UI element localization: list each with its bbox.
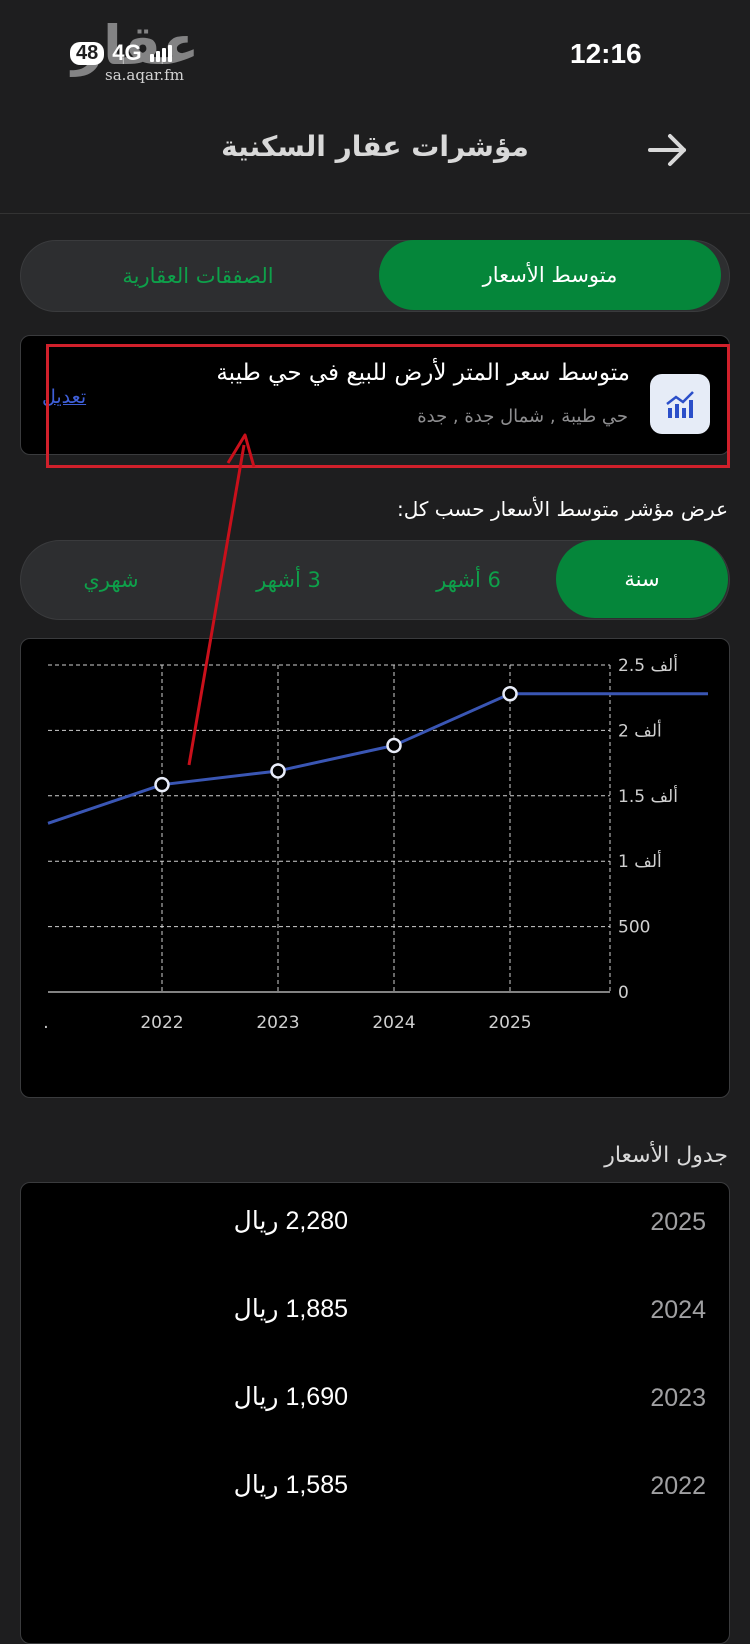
- signal-icon: [149, 44, 172, 62]
- series-line: [47, 692, 708, 825]
- tab-6-months[interactable]: 6 أشهر: [381, 541, 556, 619]
- watermark-url: sa.aqar.fm: [105, 66, 184, 84]
- y-tick-label: 500: [618, 918, 650, 938]
- page-title: مؤشرات عقار السكنية: [221, 130, 529, 163]
- row-price: 2,280 ريال: [233, 1207, 348, 1235]
- table-row: 2024 1,885 ريال: [20, 1288, 728, 1338]
- battery-indicator: 48: [70, 41, 105, 65]
- tab-year[interactable]: سنة: [556, 540, 728, 618]
- data-point: [502, 686, 518, 702]
- x-tick-label: 2023: [256, 1013, 299, 1033]
- price-table-title: جدول الأسعار: [604, 1143, 728, 1168]
- highlight-annotation-box: [46, 344, 730, 468]
- y-tick-label: 2.5 ألف: [618, 654, 678, 676]
- data-point: [270, 763, 286, 779]
- row-year: 2023: [650, 1384, 706, 1412]
- row-price: 1,885 ريال: [233, 1295, 348, 1323]
- row-year: 2025: [650, 1208, 706, 1236]
- table-row: 2023 1,690 ريال: [20, 1376, 728, 1426]
- data-point: [386, 737, 402, 754]
- x-tick-label: 2024: [372, 1013, 415, 1033]
- x-tick-label: 2022: [140, 1013, 183, 1033]
- row-price: 1,585 ريال: [233, 1471, 348, 1499]
- x-tick-label: .: [43, 1013, 48, 1033]
- row-year: 2024: [650, 1296, 706, 1324]
- table-row: 2025 2,280 ريال: [20, 1200, 728, 1250]
- annotation-arrow: [187, 433, 256, 766]
- main-tabs: متوسط الأسعار الصفقات العقارية: [20, 240, 730, 312]
- period-label: عرض مؤشر متوسط الأسعار حسب كل:: [397, 497, 728, 521]
- data-point: [154, 776, 170, 793]
- y-tick-label: 2 ألف: [618, 719, 662, 741]
- tab-real-estate-deals[interactable]: الصفقات العقارية: [21, 241, 375, 311]
- x-tick-label: 2025: [488, 1013, 531, 1033]
- arrow-right-icon[interactable]: [646, 128, 690, 172]
- row-year: 2022: [650, 1472, 706, 1500]
- status-time: 12:16: [570, 38, 642, 69]
- y-tick-label: 0: [618, 983, 629, 1003]
- price-chart: 0 500 1 ألف 1.5 ألف 2 ألف 2.5 ألف. 2022 2023 202…: [43, 654, 708, 1033]
- y-tick-label: 1 ألف: [618, 850, 662, 872]
- network-label: 4G: [112, 40, 142, 65]
- table-row: 2022 1,585 ريال: [20, 1464, 728, 1514]
- header-divider: [0, 213, 750, 214]
- period-tabs: سنة 6 أشهر 3 أشهر شهري: [20, 540, 730, 620]
- tab-average-prices[interactable]: متوسط الأسعار: [379, 240, 721, 310]
- row-price: 1,690 ريال: [233, 1383, 348, 1411]
- y-tick-label: 1.5 ألف: [618, 785, 678, 807]
- status-bar-left: 48 4G: [70, 40, 172, 66]
